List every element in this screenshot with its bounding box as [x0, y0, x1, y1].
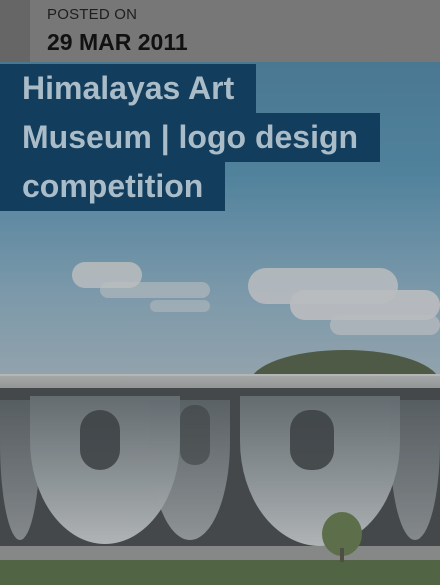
meta-accent-bar [0, 0, 30, 62]
post-title[interactable]: Himalayas Art Museum | logo design compe… [0, 64, 400, 211]
post-title-line[interactable]: Himalayas Art [0, 64, 257, 113]
post-title-line[interactable]: competition [0, 162, 226, 211]
posted-on-label: POSTED ON [47, 6, 138, 23]
post-title-line[interactable]: Museum | logo design [0, 113, 381, 162]
post-meta: POSTED ON 29 MAR 2011 [0, 0, 440, 62]
post-date: 29 MAR 2011 [47, 29, 188, 55]
post-card[interactable]: POSTED ON 29 MAR 2011 Himalayas Art Muse… [0, 0, 440, 585]
